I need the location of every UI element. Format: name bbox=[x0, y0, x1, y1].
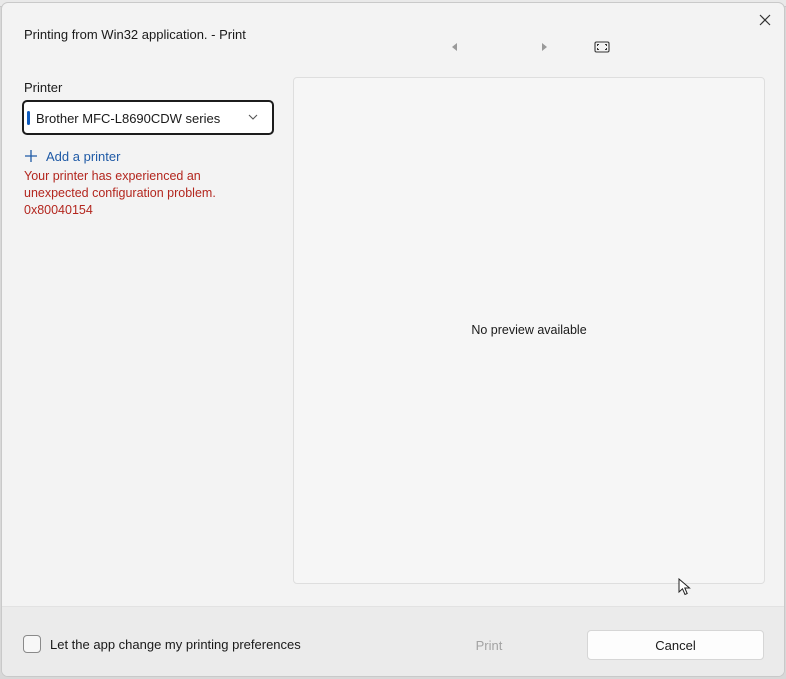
fit-page-button[interactable] bbox=[593, 38, 611, 56]
print-dialog: Printing from Win32 application. - Print… bbox=[1, 2, 785, 677]
printer-label: Printer bbox=[24, 80, 63, 95]
close-button[interactable] bbox=[754, 9, 776, 31]
printer-dropdown-value: Brother MFC-L8690CDW series bbox=[36, 111, 221, 126]
dialog-footer: Let the app change my printing preferenc… bbox=[2, 606, 784, 676]
no-preview-message: No preview available bbox=[471, 323, 587, 337]
printer-error-message: Your printer has experienced an unexpect… bbox=[24, 168, 269, 219]
add-printer-label: Add a printer bbox=[46, 148, 121, 164]
fit-page-icon bbox=[594, 41, 610, 53]
error-code: 0x80040154 bbox=[24, 203, 93, 217]
preview-panel: No preview available bbox=[293, 77, 765, 584]
mouse-cursor-icon bbox=[678, 578, 691, 596]
cancel-button[interactable]: Cancel bbox=[587, 630, 764, 660]
printing-preferences-label[interactable]: Let the app change my printing preferenc… bbox=[50, 637, 301, 652]
previous-page-button[interactable] bbox=[446, 38, 464, 56]
focus-accent-bar bbox=[27, 111, 30, 125]
plus-icon bbox=[25, 150, 37, 162]
chevron-down-icon bbox=[248, 114, 258, 120]
error-line: unexpected configuration problem. bbox=[24, 186, 216, 200]
print-button[interactable]: Print bbox=[394, 631, 584, 659]
error-line: Your printer has experienced an bbox=[24, 169, 201, 183]
triangle-left-icon bbox=[452, 43, 457, 51]
close-icon bbox=[759, 14, 771, 26]
printing-preferences-checkbox[interactable] bbox=[23, 635, 41, 653]
add-printer-link[interactable]: Add a printer bbox=[24, 146, 120, 166]
dialog-title: Printing from Win32 application. - Print bbox=[24, 27, 246, 42]
printer-dropdown[interactable]: Brother MFC-L8690CDW series bbox=[22, 100, 274, 135]
triangle-right-icon bbox=[542, 43, 547, 51]
next-page-button[interactable] bbox=[535, 38, 553, 56]
